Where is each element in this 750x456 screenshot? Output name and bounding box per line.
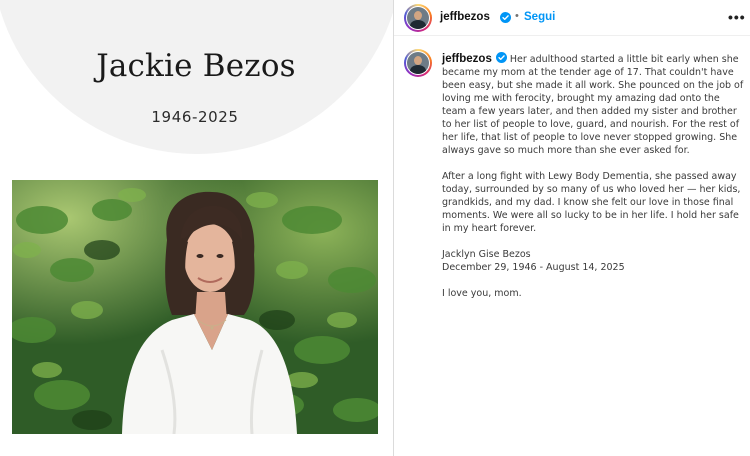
instagram-post-panel: jeffbezos • Segui ••• jeffbezos Her adul… [394, 0, 750, 456]
caption-verified-badge-icon [495, 52, 507, 63]
caption-paragraph-2: After a long fight with Lewy Body Dement… [442, 171, 741, 234]
profile-avatar[interactable] [404, 4, 432, 32]
signature-name: Jacklyn Gise Bezos [442, 249, 531, 260]
follow-button[interactable]: Segui [524, 11, 555, 23]
signature-dates: December 29, 1946 - August 14, 2025 [442, 262, 625, 273]
verified-badge-icon [500, 12, 511, 23]
post-caption: jeffbezos Her adulthood started a little… [442, 52, 746, 300]
more-options-icon[interactable]: ••• [728, 9, 746, 25]
caption-avatar[interactable] [404, 49, 432, 77]
caption-paragraph-1: jeffbezos Her adulthood started a little… [442, 52, 746, 157]
closing-line: I love you, mom. [442, 288, 522, 299]
memorial-name: Jackie Bezos [96, 48, 296, 84]
memorial-card: Jackie Bezos 1946-2025 [0, 0, 394, 456]
memorial-years: 1946-2025 [151, 108, 239, 126]
post-header: jeffbezos • Segui ••• [394, 0, 750, 36]
caption-text-1: Her adulthood started a little bit early… [442, 54, 744, 156]
header-separator: • [515, 10, 519, 22]
caption-username[interactable]: jeffbezos [442, 53, 492, 65]
memorial-photo [12, 180, 378, 434]
header-username[interactable]: jeffbezos [440, 11, 490, 23]
